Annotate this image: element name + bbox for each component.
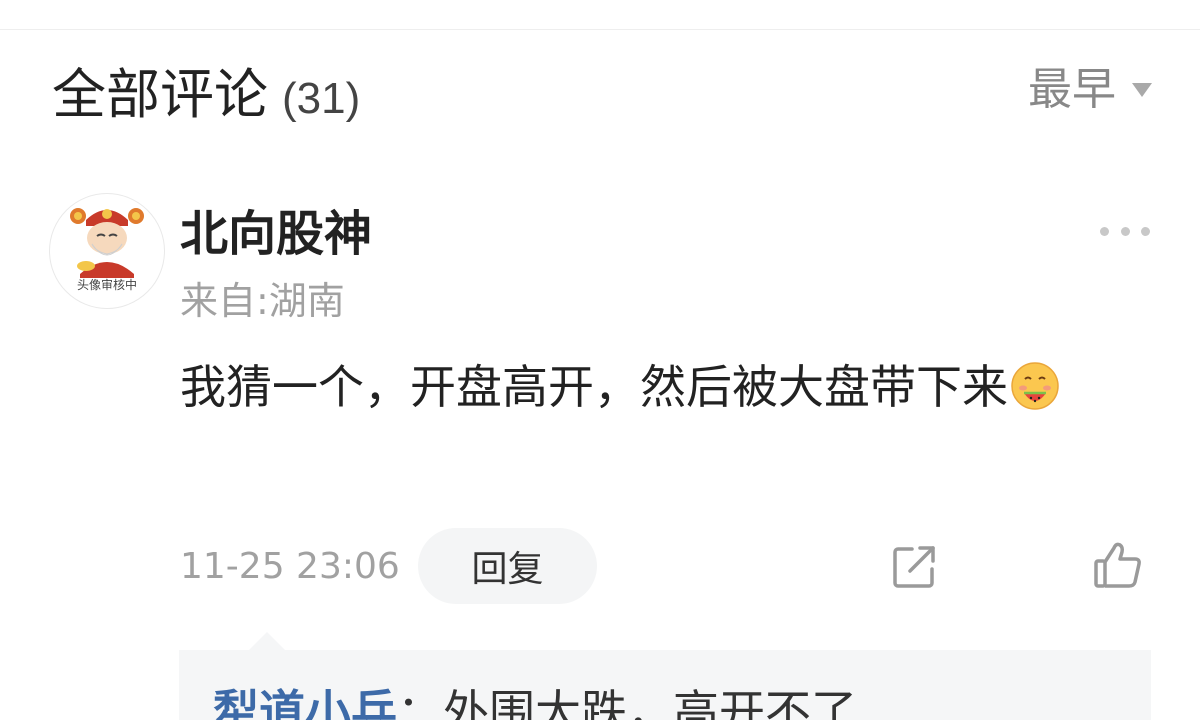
comment-text: 我猜一个，开盘高开，然后被大盘带下来 <box>180 356 1140 418</box>
reply-text: 外围大跌，高开不了 <box>443 685 857 720</box>
comment-timestamp: 11-25 23:06 <box>180 546 400 587</box>
avatar-review-badge: 头像审核中 <box>76 278 137 292</box>
more-dots-icon[interactable] <box>1100 222 1150 240</box>
more-dot <box>1141 226 1150 236</box>
comment-body: 我猜一个，开盘高开，然后被大盘带下来 <box>180 360 1008 414</box>
avatar[interactable]: 头像审核中 <box>49 193 165 309</box>
top-divider <box>0 29 1200 30</box>
reply-button[interactable]: 回复 <box>418 528 597 604</box>
thumbs-up-icon[interactable] <box>1093 540 1143 590</box>
more-dot <box>1120 226 1130 236</box>
reply-author[interactable]: 犁道小兵 <box>213 685 397 720</box>
reply-item[interactable]: 犁道小兵：外围大跌，高开不了 <box>213 684 857 720</box>
chevron-down-icon <box>1132 83 1152 97</box>
watermelon-face-emoji-icon <box>1011 362 1059 410</box>
comments-header: 全部评论 (31) 最早 <box>52 60 1152 130</box>
comments-title: 全部评论 (31) <box>52 60 360 134</box>
reply-separator: ： <box>397 685 443 720</box>
replies-pointer <box>249 632 285 650</box>
comment-location: 来自:湖南 <box>180 279 345 323</box>
reply-button-label: 回复 <box>471 549 544 590</box>
share-icon[interactable] <box>890 543 938 591</box>
comment-author[interactable]: 北向股神 <box>180 204 372 264</box>
more-dot <box>1100 226 1109 236</box>
sort-dropdown[interactable]: 最早 <box>1028 60 1152 120</box>
sort-label: 最早 <box>1028 64 1116 115</box>
replies-box: 犁道小兵：外围大跌，高开不了 <box>179 650 1151 720</box>
comments-count: (31) <box>282 74 361 123</box>
comments-title-label: 全部评论 <box>52 63 268 126</box>
